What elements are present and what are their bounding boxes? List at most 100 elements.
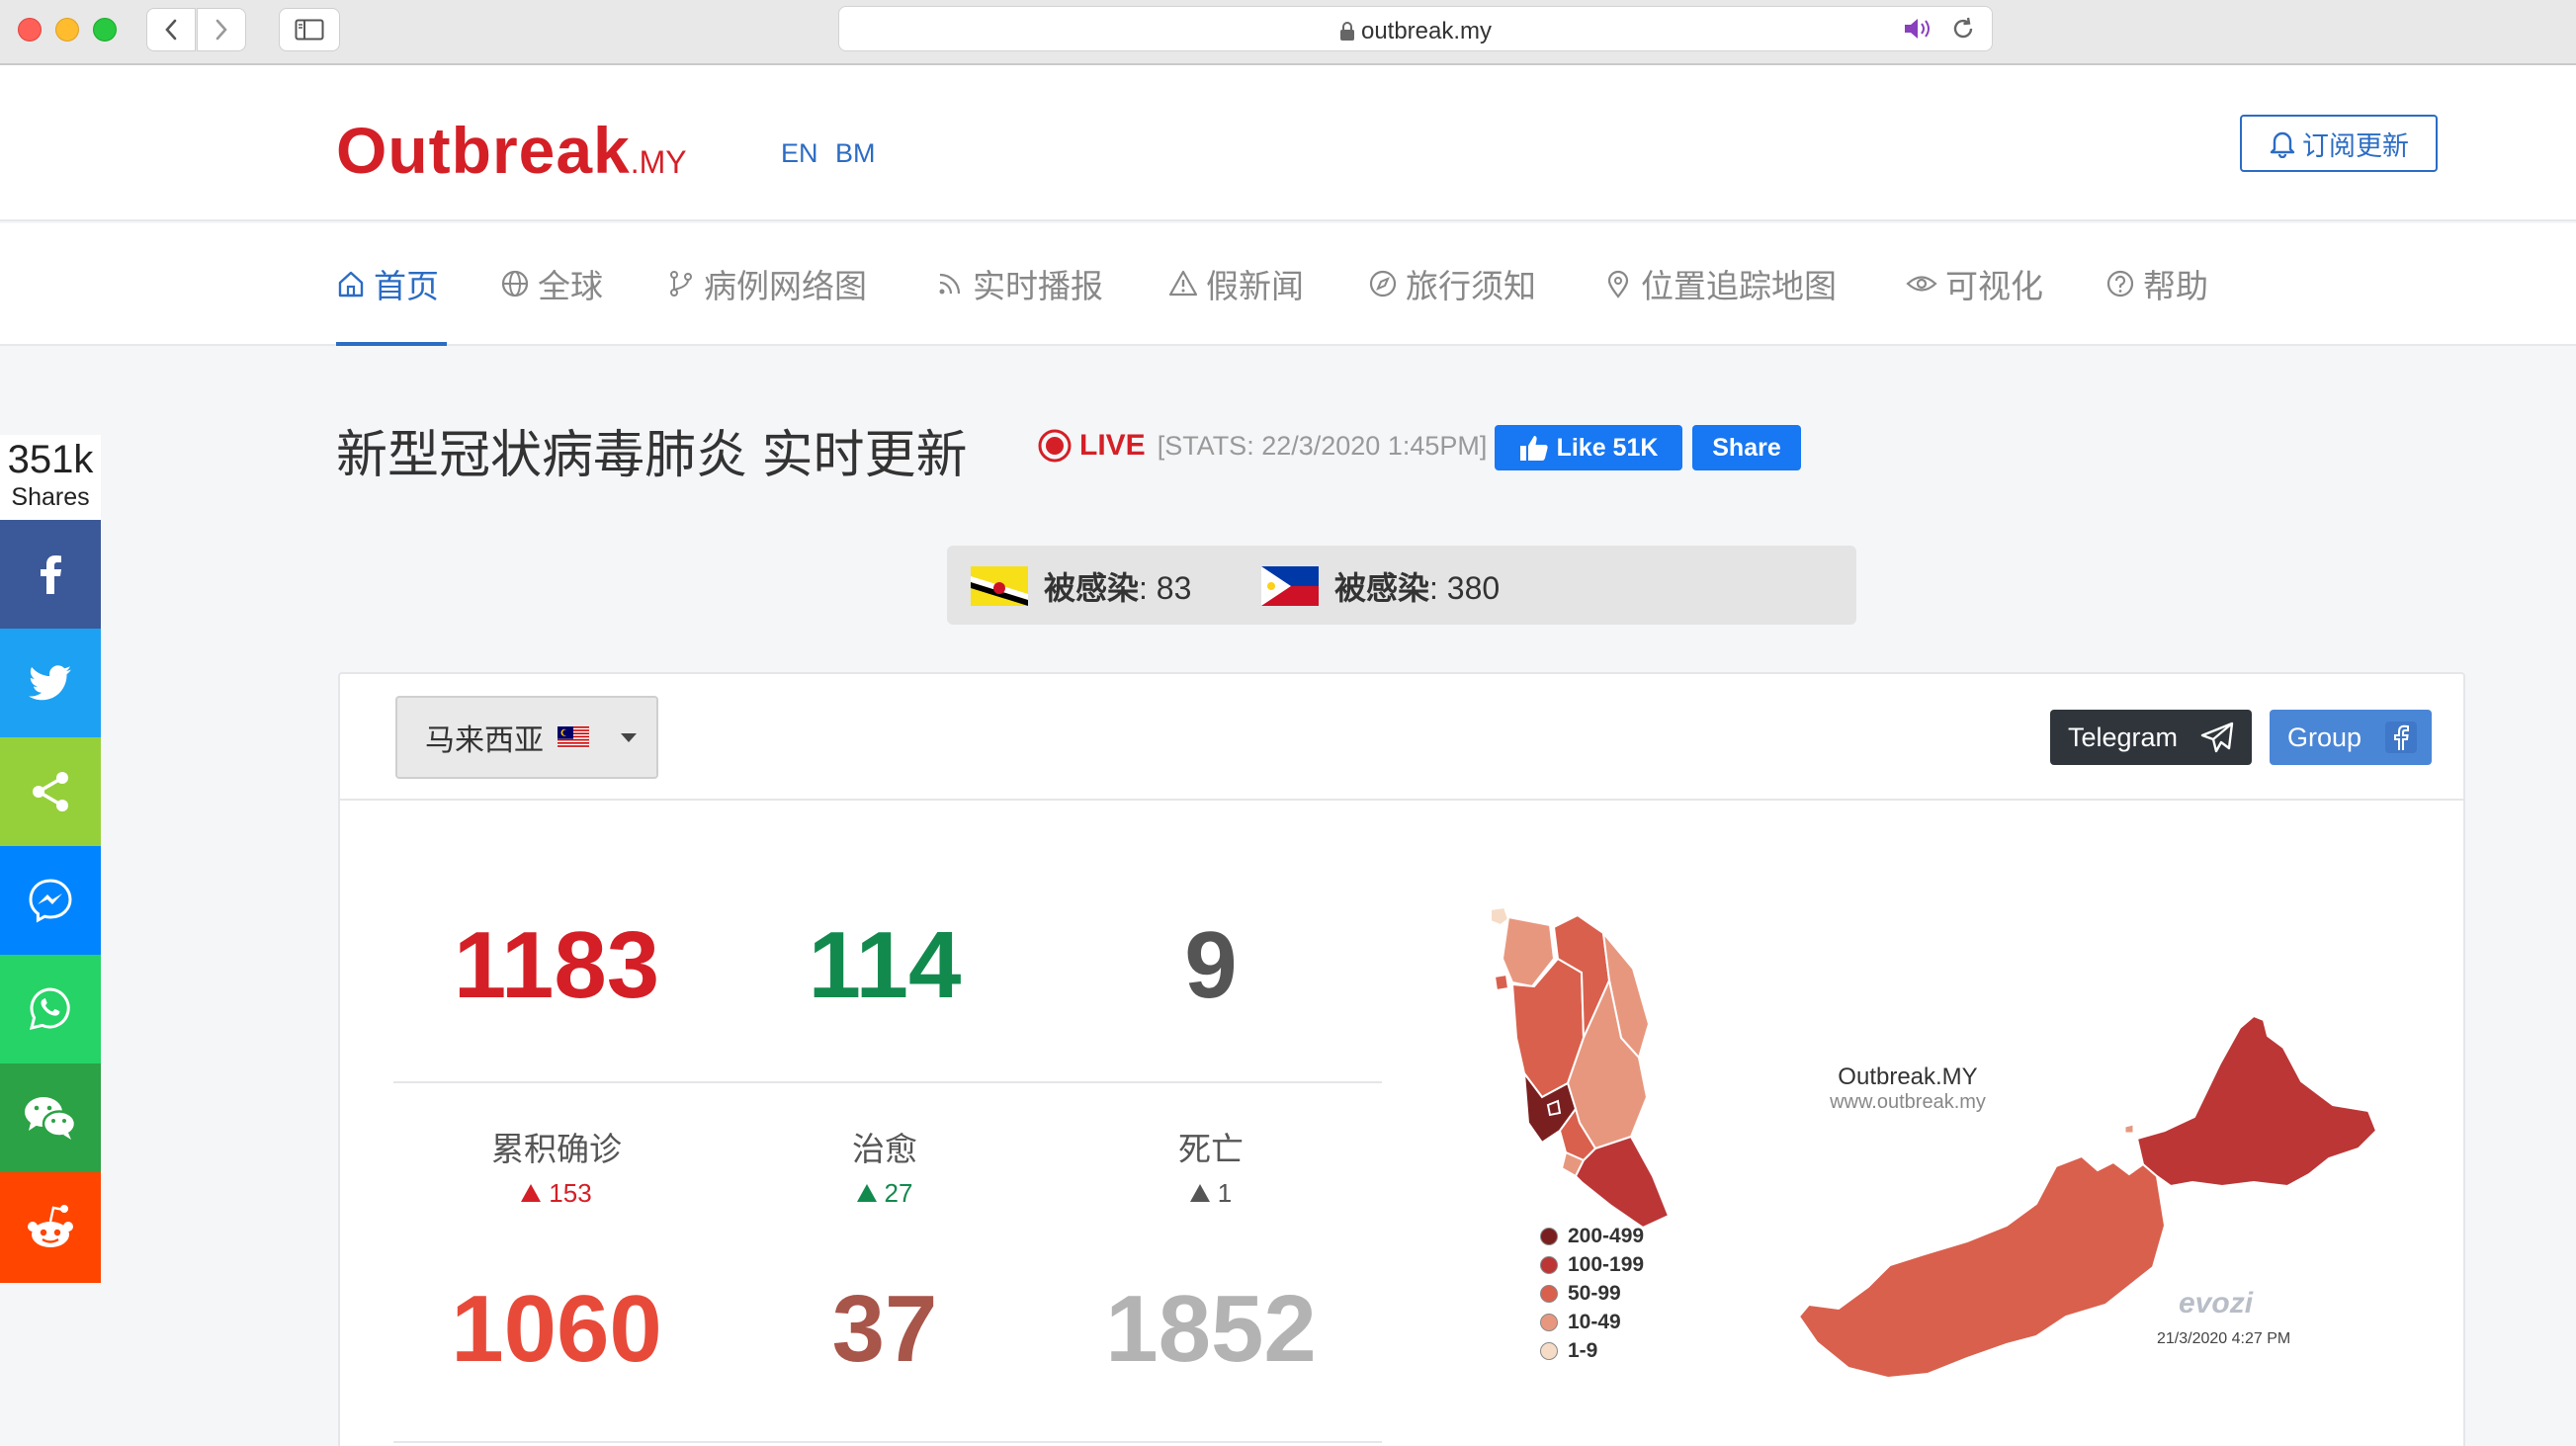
share-count-label: Shares	[11, 483, 90, 511]
site-logo[interactable]: Outbreak.MY	[336, 113, 687, 188]
subscribe-button[interactable]: 订阅更新	[2240, 115, 2438, 172]
share-reddit-button[interactable]	[0, 1172, 101, 1283]
legend-swatch	[1540, 1227, 1558, 1245]
telegram-button[interactable]: Telegram	[2050, 710, 2252, 765]
nav-item-global[interactable]: 全球	[500, 261, 603, 306]
wechat-icon	[25, 1097, 77, 1140]
map-region-perlis	[1490, 905, 1510, 927]
warning-icon	[1168, 270, 1198, 297]
sidebar-toggle-button[interactable]	[279, 8, 340, 51]
main-nav: 首页 全球 病例网络图 实时播报 假新闻 旅行须知 位置追踪地图 可视化 帮助	[0, 223, 2576, 346]
facebook-share-button[interactable]: Share	[1692, 425, 1801, 470]
map-date: 21/3/2020 4:27 PM	[2157, 1330, 2291, 1347]
nav-item-travel[interactable]: 旅行须知	[1368, 261, 1536, 306]
stats-timestamp: [STATS: 22/3/2020 1:45PM]	[1157, 430, 1488, 461]
nav-item-location-map[interactable]: 位置追踪地图	[1603, 261, 1837, 306]
legend-item: 100-199	[1540, 1250, 1644, 1279]
deaths-count: 9	[1184, 912, 1238, 1018]
infected-value: : 380	[1429, 570, 1501, 606]
legend-swatch	[1540, 1341, 1558, 1360]
facebook-icon	[41, 555, 61, 594]
arrow-up-icon	[1189, 1184, 1210, 1202]
chevron-right-icon	[215, 19, 227, 41]
infected-value: : 83	[1139, 570, 1192, 606]
deaths-delta-value: 1	[1217, 1178, 1233, 1208]
confirmed-delta-value: 153	[549, 1178, 592, 1208]
legend-swatch	[1540, 1284, 1558, 1303]
thumbs-up-icon	[1519, 436, 1548, 461]
reload-icon[interactable]	[1950, 16, 1976, 42]
share-whatsapp-button[interactable]	[0, 955, 101, 1063]
logo-suffix-text: .MY	[630, 144, 687, 180]
nav-item-help[interactable]: 帮助	[2105, 261, 2208, 306]
forward-button[interactable]	[197, 8, 246, 51]
bell-icon	[2270, 131, 2295, 158]
live-dot-icon	[1038, 429, 1072, 463]
nav-label: 病例网络图	[704, 268, 867, 304]
help-icon	[2106, 270, 2134, 298]
nav-label: 帮助	[2143, 268, 2208, 304]
maximize-window-button[interactable]	[93, 18, 117, 42]
address-bar[interactable]: outbreak.my	[838, 6, 1993, 51]
neighbor-infection-banner: 被感染: 83 被感染: 380	[947, 546, 1856, 625]
nav-item-visualize[interactable]: 可视化	[1906, 261, 2043, 306]
recovered-label: 治愈	[852, 1131, 917, 1167]
map-legend: 200-499 100-199 50-99 10-49 1-9	[1540, 1222, 1644, 1365]
lang-en-link[interactable]: EN	[781, 138, 818, 169]
nav-item-fake-news[interactable]: 假新闻	[1168, 261, 1304, 306]
browser-toolbar: outbreak.my	[0, 0, 2576, 65]
facebook-like-label: Like 51K	[1556, 433, 1659, 462]
nav-item-live-feed[interactable]: 实时播报	[935, 261, 1103, 306]
page-title: 新型冠状病毒肺炎 实时更新	[336, 427, 968, 484]
legend-label: 10-49	[1568, 1310, 1621, 1333]
critical-count: 37	[831, 1276, 938, 1382]
nav-item-home[interactable]: 首页	[336, 261, 439, 306]
infected-label: 被感染	[1044, 570, 1140, 606]
live-indicator: LIVE [STATS: 22/3/2020 1:45PM]	[1038, 429, 1487, 463]
legend-swatch	[1540, 1313, 1558, 1331]
share-generic-button[interactable]	[0, 737, 101, 846]
share-counter: 351k Shares	[0, 435, 101, 520]
facebook-group-button[interactable]: Group	[2270, 710, 2432, 765]
group-label: Group	[2287, 722, 2362, 752]
minimize-window-button[interactable]	[55, 18, 79, 42]
chevron-down-icon	[621, 732, 637, 742]
confirmed-delta: 153	[393, 1178, 720, 1209]
nav-label: 旅行须知	[1406, 268, 1536, 304]
nav-item-case-network[interactable]: 病例网络图	[666, 261, 867, 306]
country-select-label: 马来西亚	[425, 724, 544, 757]
telegram-label: Telegram	[2068, 722, 2179, 752]
arrow-up-icon	[521, 1184, 542, 1202]
chevron-left-icon	[165, 19, 177, 41]
back-button[interactable]	[146, 8, 196, 51]
legend-label: 1-9	[1568, 1338, 1598, 1362]
infected-label: 被感染	[1334, 570, 1430, 606]
whatsapp-icon	[29, 987, 70, 1031]
compass-icon	[1369, 270, 1397, 298]
lang-bm-link[interactable]: BM	[835, 138, 876, 169]
facebook-like-button[interactable]: Like 51K	[1495, 425, 1682, 470]
map-pin-icon	[1607, 270, 1629, 298]
logo-main-text: Outbreak	[336, 114, 631, 187]
branch-icon	[670, 271, 692, 297]
legend-item: 50-99	[1540, 1279, 1644, 1308]
eye-icon	[1906, 276, 1937, 292]
nav-label: 假新闻	[1206, 268, 1304, 304]
brunei-flag	[971, 566, 1028, 606]
country-select[interactable]: 马来西亚	[395, 696, 658, 779]
deaths-label: 死亡	[1178, 1131, 1244, 1167]
map-region-penang	[1493, 973, 1510, 992]
share-messenger-button[interactable]	[0, 846, 101, 955]
share-wechat-button[interactable]	[0, 1063, 101, 1172]
facebook-icon	[2385, 722, 2417, 753]
card-header: 马来西亚 Telegram Group	[340, 674, 2463, 801]
lock-icon	[1339, 22, 1354, 41]
share-facebook-button[interactable]	[0, 520, 101, 629]
share-count: 351k	[7, 438, 94, 481]
active-tab-indicator	[336, 342, 447, 346]
share-twitter-button[interactable]	[0, 629, 101, 737]
close-window-button[interactable]	[18, 18, 42, 42]
speaker-icon[interactable]	[1903, 16, 1936, 42]
recovered-count: 114	[808, 912, 962, 1018]
messenger-icon	[29, 879, 72, 923]
